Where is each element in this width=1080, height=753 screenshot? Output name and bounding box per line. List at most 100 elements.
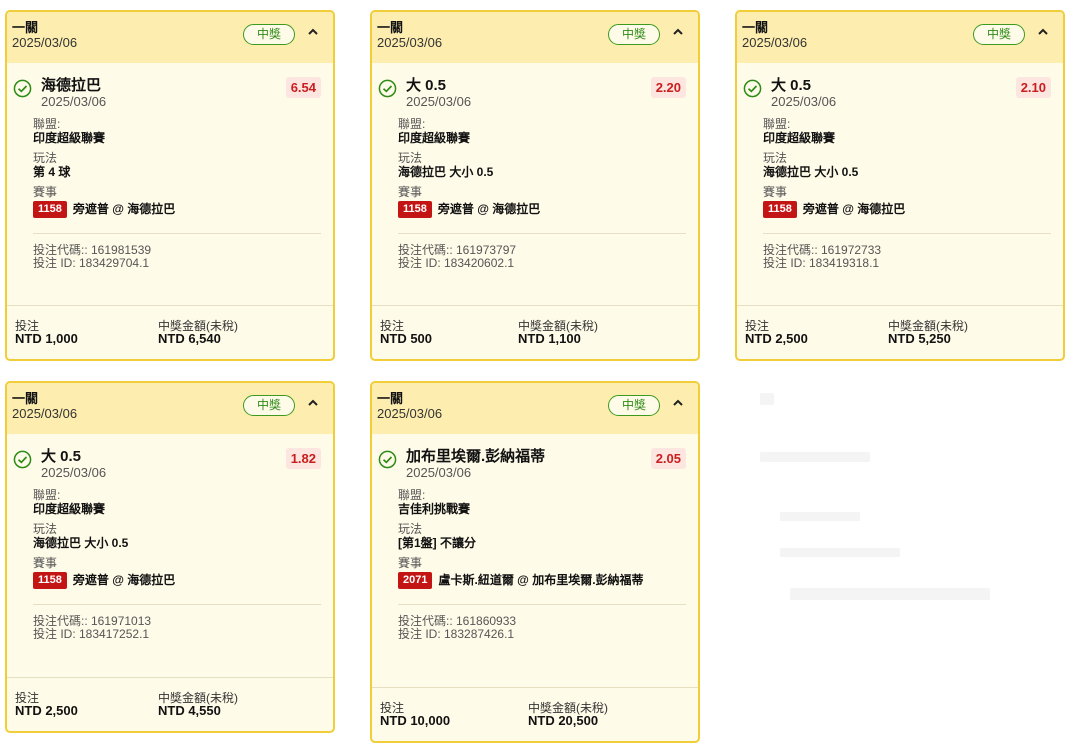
event-id-badge: 1158 (33, 572, 67, 589)
bet-details: 聯盟: 吉佳利挑戰賽 玩法 [第1盤] 不讓分 賽事 2071 盧卡斯.紐道爾 … (378, 488, 686, 589)
selection-name: 大 0.5 (406, 77, 447, 94)
event-name: 旁遮普 @ 海德拉巴 (72, 202, 176, 216)
stake-value: NTD 10,000 (380, 713, 451, 728)
play-value: 海德拉巴 大小 0.5 (763, 165, 859, 179)
payout-block: 中獎金額(未稅) NTD 1,100 (518, 320, 598, 346)
play-value: 海德拉巴 大小 0.5 (398, 165, 494, 179)
event-row: 1158 旁遮普 @ 海德拉巴 (398, 201, 686, 218)
odds-badge: 6.54 (285, 77, 321, 98)
selection-row: 大 0.5 2025/03/06 2.10 (743, 77, 1051, 113)
play-label: 玩法 (398, 151, 423, 165)
event-name: 旁遮普 @ 海德拉巴 (802, 202, 906, 216)
selection-name: 大 0.5 (771, 77, 812, 94)
event-label: 賽事 (33, 556, 58, 570)
check-circle-icon (378, 450, 397, 469)
play-label: 玩法 (398, 522, 423, 536)
card-header: 一關 2025/03/06 中獎 (737, 12, 1063, 63)
card-header: 一關 2025/03/06 中獎 (372, 12, 698, 63)
selection-row: 大 0.5 2025/03/06 1.82 (13, 448, 321, 484)
background-placeholder (760, 452, 870, 462)
check-circle-icon (13, 79, 32, 98)
card-header: 一關 2025/03/06 中獎 (7, 12, 333, 63)
event-row: 1158 旁遮普 @ 海德拉巴 (763, 201, 1051, 218)
odds-badge: 2.05 (650, 448, 686, 469)
bet-id: 投注 ID: 183287426.1 (398, 627, 515, 641)
selection-row: 加布里埃爾.彭納福蒂 2025/03/06 2.05 (378, 448, 686, 484)
selection-name: 海德拉巴 (41, 77, 102, 94)
event-name: 盧卡斯.紐道爾 @ 加布里埃爾.彭納福蒂 (438, 573, 644, 587)
divider (398, 604, 686, 605)
payout-block: 中獎金額(未稅) NTD 5,250 (888, 320, 968, 346)
chevron-up-icon[interactable] (307, 397, 319, 409)
play-label: 玩法 (33, 151, 58, 165)
divider (398, 233, 686, 234)
payout-block: 中獎金額(未稅) NTD 6,540 (158, 320, 238, 346)
payout-value: NTD 1,100 (518, 331, 581, 346)
bet-details: 聯盟: 印度超級聯賽 玩法 海德拉巴 大小 0.5 賽事 1158 旁遮普 @ … (743, 117, 1051, 218)
league-value: 印度超級聯賽 (33, 502, 106, 516)
event-row: 1158 旁遮普 @ 海德拉巴 (33, 201, 321, 218)
event-label: 賽事 (33, 185, 58, 199)
bet-id: 投注 ID: 183419318.1 (763, 256, 880, 270)
chevron-up-icon[interactable] (307, 26, 319, 38)
bet-codes: 投注代碼:: 161973797 投注 ID: 183420602.1 (378, 244, 686, 270)
stake-block: 投注 NTD 2,500 (745, 320, 808, 346)
bet-card: 一關 2025/03/06 中獎 大 0.5 2025/03/06 2.20 聯… (370, 10, 700, 361)
selection-name: 大 0.5 (41, 448, 82, 465)
payout-value: NTD 6,540 (158, 331, 221, 346)
bet-card: 一關 2025/03/06 中獎 海德拉巴 2025/03/06 6.54 聯盟… (5, 10, 335, 361)
stake-value: NTD 2,500 (15, 703, 78, 718)
event-id-badge: 1158 (33, 201, 67, 218)
bet-codes: 投注代碼:: 161860933 投注 ID: 183287426.1 (378, 615, 686, 641)
league-label: 聯盟: (763, 117, 791, 131)
selection-date: 2025/03/06 (41, 465, 107, 480)
event-id-badge: 1158 (398, 201, 432, 218)
odds-badge: 1.82 (285, 448, 321, 469)
stake-block: 投注 NTD 1,000 (15, 320, 78, 346)
bet-details: 聯盟: 印度超級聯賽 玩法 第 4 球 賽事 1158 旁遮普 @ 海德拉巴 (13, 117, 321, 218)
event-label: 賽事 (398, 185, 423, 199)
selection-date: 2025/03/06 (41, 94, 107, 109)
selection-date: 2025/03/06 (771, 94, 837, 109)
bet-codes: 投注代碼:: 161972733 投注 ID: 183419318.1 (743, 244, 1051, 270)
background-placeholder (780, 548, 900, 557)
card-body: 加布里埃爾.彭納福蒂 2025/03/06 2.05 聯盟: 吉佳利挑戰賽 玩法… (372, 434, 698, 641)
card-footer: 投注 NTD 10,000 中獎金額(未稅) NTD 20,500 (372, 687, 698, 741)
bet-details: 聯盟: 印度超級聯賽 玩法 海德拉巴 大小 0.5 賽事 1158 旁遮普 @ … (13, 488, 321, 589)
play-label: 玩法 (33, 522, 58, 536)
bet-id: 投注 ID: 183429704.1 (33, 256, 150, 270)
check-circle-icon (743, 79, 762, 98)
league-label: 聯盟: (398, 488, 426, 502)
card-body: 大 0.5 2025/03/06 2.10 聯盟: 印度超級聯賽 玩法 海德拉巴… (737, 63, 1063, 270)
event-id-badge: 2071 (398, 572, 433, 589)
event-id-badge: 1158 (763, 201, 797, 218)
play-value: [第1盤] 不讓分 (398, 536, 477, 550)
stake-value: NTD 500 (380, 331, 433, 346)
status-badge: 中獎 (243, 24, 295, 45)
bet-card: 一關 2025/03/06 中獎 大 0.5 2025/03/06 2.10 聯… (735, 10, 1065, 361)
card-footer: 投注 NTD 500 中獎金額(未稅) NTD 1,100 (372, 305, 698, 359)
league-label: 聯盟: (33, 488, 61, 502)
bet-card: 一關 2025/03/06 中獎 加布里埃爾.彭納福蒂 2025/03/06 2… (370, 381, 700, 743)
event-row: 1158 旁遮普 @ 海德拉巴 (33, 572, 321, 589)
play-value: 第 4 球 (33, 165, 71, 179)
card-header: 一關 2025/03/06 中獎 (372, 383, 698, 434)
chevron-up-icon[interactable] (672, 397, 684, 409)
chevron-up-icon[interactable] (1037, 26, 1049, 38)
stake-block: 投注 NTD 500 (380, 320, 432, 346)
event-label: 賽事 (763, 185, 788, 199)
event-row: 2071 盧卡斯.紐道爾 @ 加布里埃爾.彭納福蒂 (398, 572, 686, 589)
chevron-up-icon[interactable] (672, 26, 684, 38)
bet-id: 投注 ID: 183417252.1 (33, 627, 150, 641)
league-value: 印度超級聯賽 (763, 131, 836, 145)
divider (33, 604, 321, 605)
stake-value: NTD 1,000 (15, 331, 78, 346)
card-body: 大 0.5 2025/03/06 1.82 聯盟: 印度超級聯賽 玩法 海德拉巴… (7, 434, 333, 641)
card-body: 大 0.5 2025/03/06 2.20 聯盟: 印度超級聯賽 玩法 海德拉巴… (372, 63, 698, 270)
league-value: 印度超級聯賽 (398, 131, 471, 145)
card-footer: 投注 NTD 2,500 中獎金額(未稅) NTD 5,250 (737, 305, 1063, 359)
card-body: 海德拉巴 2025/03/06 6.54 聯盟: 印度超級聯賽 玩法 第 4 球… (7, 63, 333, 270)
odds-badge: 2.20 (650, 77, 686, 98)
background-placeholder (780, 512, 860, 521)
payout-value: NTD 4,550 (158, 703, 221, 718)
